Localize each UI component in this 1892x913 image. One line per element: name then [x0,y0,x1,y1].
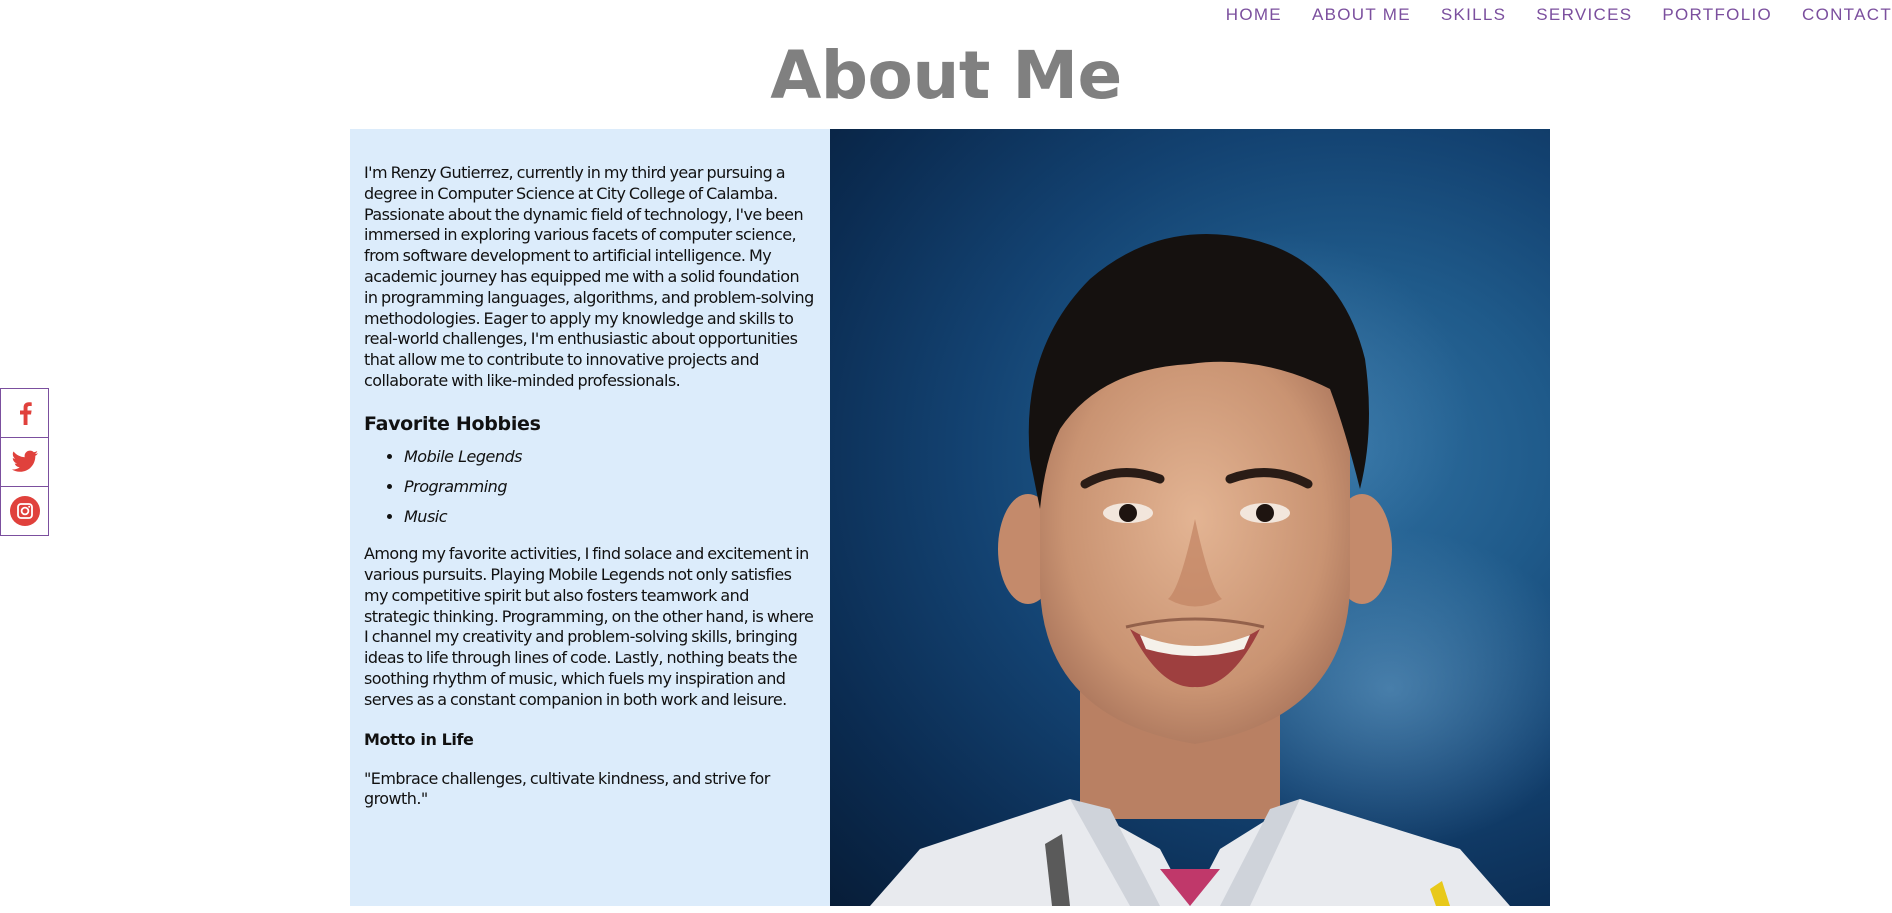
motto-quote: "Embrace challenges, cultivate kindness,… [364,768,770,809]
hobby-list: Mobile Legends Programming Music [364,447,816,528]
nav-portfolio-link[interactable]: PORTFOLIO [1662,5,1772,25]
hobbies-heading: Favorite Hobbies [364,412,541,435]
portrait-illustration [870,229,1550,906]
nav-skills-link[interactable]: SKILLS [1441,5,1506,25]
hobby-item: Mobile Legends [404,447,816,468]
twitter-button[interactable] [0,437,49,487]
facebook-icon [19,402,32,425]
top-nav: HOME ABOUT ME SKILLS SERVICES PORTFOLIO … [1196,0,1892,30]
social-sidebar [0,388,49,536]
nav-services-link[interactable]: SERVICES [1536,5,1632,25]
nav-contact-link[interactable]: CONTACT [1802,5,1892,25]
instagram-icon [9,496,40,526]
about-intro: I'm Renzy Gutierrez, currently in my thi… [364,163,814,390]
about-text-panel: I'm Renzy Gutierrez, currently in my thi… [350,129,830,906]
twitter-icon [11,450,38,472]
instagram-button[interactable] [0,486,49,536]
hobby-item: Programming [404,477,816,498]
motto-heading: Motto in Life [364,729,474,749]
nav-home-link[interactable]: HOME [1226,5,1282,25]
profile-photo [830,129,1550,906]
nav-about-link[interactable]: ABOUT ME [1312,5,1411,25]
about-section: I'm Renzy Gutierrez, currently in my thi… [350,129,1550,906]
facebook-button[interactable] [0,388,49,438]
hobbies-description: Among my favorite activities, I find sol… [364,544,814,709]
page-title: About Me [770,37,1122,114]
hobby-item: Music [404,507,816,528]
